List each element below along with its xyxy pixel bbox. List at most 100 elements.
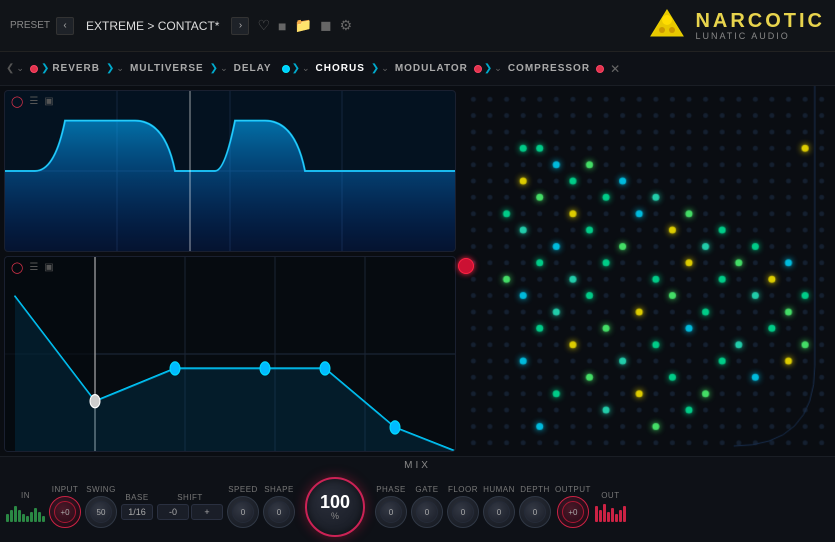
fx-item-chorus[interactable]: CHORUS	[312, 61, 369, 76]
out-bar-5	[611, 508, 614, 522]
ctrl-input: INPUT +0	[49, 485, 81, 528]
knob-shape-value: 0	[277, 508, 281, 517]
wave-power-button[interactable]: ◯	[11, 95, 23, 108]
selector-shift-pos[interactable]: +	[191, 504, 223, 520]
in-bar-9	[38, 512, 41, 522]
knob-floor[interactable]: 0	[447, 496, 479, 528]
out-label: OUT	[601, 491, 619, 500]
fx-chevron-4[interactable]: ⌄	[381, 63, 389, 74]
logo-icon	[647, 6, 687, 46]
settings-icon[interactable]: ⚙	[340, 17, 353, 34]
knob-shape-inner: 0	[268, 501, 290, 523]
knob-human[interactable]: 0	[483, 496, 515, 528]
knob-gate-value: 0	[425, 508, 429, 517]
knob-output-inner: +0	[562, 501, 584, 523]
fx-route-arrow-5[interactable]: ❯	[484, 63, 492, 74]
fx-arrow-reverb[interactable]: ❯	[41, 63, 49, 74]
ctrl-label-base: BASE	[125, 493, 148, 502]
fx-chevron-5[interactable]: ⌄	[494, 63, 502, 74]
env-list-button[interactable]: ☰	[29, 262, 38, 273]
knob-phase[interactable]: 0	[375, 496, 407, 528]
knob-human-inner: 0	[488, 501, 510, 523]
fx-chain-chevron[interactable]: ⌄	[16, 63, 24, 74]
envelope-display[interactable]: ◯ ☰ ▣	[4, 256, 456, 452]
knob-depth[interactable]: 0	[519, 496, 551, 528]
fx-dot-compressor	[596, 65, 604, 73]
fx-route-arrow-3[interactable]: ❯	[292, 63, 300, 74]
preset-name: EXTREME > CONTACT*	[86, 19, 219, 33]
big-knob-area: 100 %	[305, 477, 365, 537]
app-subtitle: LUNATIC AUDIO	[695, 31, 789, 41]
wave-list-button[interactable]: ☰	[29, 96, 38, 107]
ctrl-speed: SPEED 0	[227, 485, 259, 528]
env-toolbar: ◯ ☰ ▣	[11, 261, 54, 274]
fx-label-chorus: CHORUS	[316, 63, 365, 74]
out-bar-3	[603, 504, 606, 522]
ctrl-gate: GATE 0	[411, 485, 443, 528]
in-bar-4	[18, 510, 21, 522]
env-power-button[interactable]: ◯	[11, 261, 23, 274]
knob-shape[interactable]: 0	[263, 496, 295, 528]
fx-close-button[interactable]: ✕	[610, 62, 620, 76]
knob-input[interactable]: +0	[49, 496, 81, 528]
chorus-power-button[interactable]	[458, 258, 474, 274]
fx-chevron-2[interactable]: ⌄	[220, 63, 228, 74]
fx-dot-modulator	[474, 65, 482, 73]
ctrl-human: HUMAN 0	[483, 485, 515, 528]
knob-floor-value: 0	[461, 508, 465, 517]
next-preset-button[interactable]: ›	[231, 17, 249, 35]
compare-icon[interactable]: ◼	[320, 17, 332, 34]
mix-knob[interactable]: 100 %	[305, 477, 365, 537]
fx-chevron-1[interactable]: ⌄	[116, 63, 124, 74]
fx-label-multiverse: MULTIVERSE	[130, 63, 204, 74]
in-bar-1	[6, 514, 9, 522]
knob-speed-inner: 0	[232, 501, 254, 523]
selector-base[interactable]: 1/16	[121, 504, 153, 520]
fx-item-delay[interactable]: DELAY	[230, 61, 276, 76]
out-bar-6	[615, 514, 618, 522]
in-mini-bars	[6, 502, 45, 522]
in-bar-2	[10, 510, 13, 522]
wave-save-button[interactable]: ▣	[44, 96, 53, 107]
knob-output[interactable]: +0	[557, 496, 589, 528]
preset-nav: ‹ EXTREME > CONTACT* ›	[56, 17, 249, 35]
knob-swing[interactable]: 50	[85, 496, 117, 528]
mix-knob-value: 100	[320, 493, 350, 511]
ctrl-phase: PHASE 0	[375, 485, 407, 528]
fx-item-compressor[interactable]: COMPRESSOR	[504, 61, 594, 76]
fx-route-arrow-1[interactable]: ❯	[106, 63, 114, 74]
fx-chain-left-arrow[interactable]: ❮	[6, 63, 14, 74]
knob-input-inner: +0	[54, 501, 76, 523]
knob-gate[interactable]: 0	[411, 496, 443, 528]
mix-knob-inner: 100 %	[320, 493, 350, 521]
fx-item-reverb[interactable]: ❯ REVERB	[26, 61, 104, 76]
fx-route-arrow-4[interactable]: ❯	[371, 63, 379, 74]
logo-text: NARCOTIC LUNATIC AUDIO	[695, 11, 825, 41]
selector-shift-neg[interactable]: -0	[157, 504, 189, 520]
fx-item-modulator[interactable]: MODULATOR	[391, 61, 472, 76]
fx-chevron-3[interactable]: ⌄	[302, 63, 310, 74]
controls-row: IN INPUT +0	[0, 471, 835, 542]
heart-icon[interactable]: ♡	[257, 17, 270, 34]
out-bar-8	[623, 506, 626, 522]
in-bar-10	[42, 516, 45, 522]
ctrl-label-gate: GATE	[415, 485, 438, 494]
app-title: NARCOTIC	[695, 11, 825, 31]
prev-preset-button[interactable]: ‹	[56, 17, 74, 35]
fx-route-arrow-2[interactable]: ❯	[210, 63, 218, 74]
ctrl-label-shape: SHAPE	[264, 485, 294, 494]
out-bar-7	[619, 510, 622, 522]
folder-icon[interactable]: 📁	[295, 17, 312, 34]
env-save-button[interactable]: ▣	[44, 262, 53, 273]
fx-item-multiverse[interactable]: MULTIVERSE	[126, 61, 208, 76]
mix-label: MIX	[404, 460, 431, 471]
in-bar-3	[14, 506, 17, 522]
mix-knob-pct: %	[331, 511, 339, 521]
save-icon[interactable]: ■	[278, 18, 286, 34]
knob-speed[interactable]: 0	[227, 496, 259, 528]
knob-phase-value: 0	[389, 508, 393, 517]
waveform-in-display: IN	[6, 491, 45, 522]
ctrl-label-swing: SWING	[86, 485, 116, 494]
waveform-display[interactable]: ◯ ☰ ▣	[4, 90, 456, 252]
fx-dot-chorus	[282, 65, 290, 73]
